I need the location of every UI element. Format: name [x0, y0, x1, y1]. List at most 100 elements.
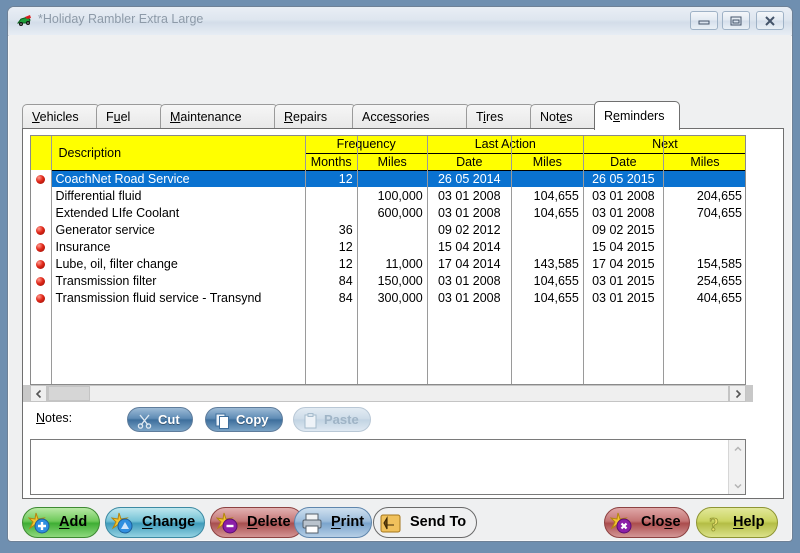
scrollbar-corner-right	[746, 385, 753, 402]
alert-dot-icon	[36, 259, 46, 269]
add-button[interactable]: Add	[22, 507, 100, 538]
cell-months	[305, 187, 358, 204]
notes-label: Notes:	[36, 411, 73, 425]
scroll-right-icon[interactable]	[729, 385, 746, 402]
change-button[interactable]: Change	[105, 507, 205, 538]
cell-next-miles: 254,655	[663, 272, 745, 289]
column-group-last-action[interactable]: Last Action	[427, 136, 584, 154]
cell-last-date: 03 01 2008	[427, 187, 512, 204]
cell-next-date: 03 01 2015	[583, 272, 664, 289]
add-button-label: Add	[59, 514, 88, 530]
close-button-label: Close	[641, 514, 681, 530]
table-row[interactable]: CoachNet Road Service 12 26 05 2014 26 05 2…	[31, 170, 745, 187]
printer-icon	[300, 512, 324, 535]
row-alert-marker	[31, 204, 52, 221]
notes-vertical-scrollbar[interactable]	[728, 440, 745, 494]
notes-field-container[interactable]	[30, 439, 746, 495]
column-header-last-date[interactable]: Date	[427, 153, 512, 171]
close-button[interactable]	[756, 11, 784, 30]
cell-next-date: 03 01 2015	[583, 289, 664, 306]
cell-months	[305, 204, 358, 221]
cell-description: Generator service	[51, 221, 306, 238]
help-button[interactable]: ? Help	[696, 507, 778, 538]
title-bar[interactable]: *Holiday Rambler Extra Large	[8, 7, 792, 36]
bottom-toolbar: Add Change Delete Print Send To Close ? Help	[9, 507, 791, 553]
column-header-months[interactable]: Months	[305, 153, 358, 171]
cell-next-miles	[663, 221, 745, 238]
tab-label: Notes	[540, 110, 573, 124]
star-plus-icon	[27, 512, 52, 535]
tab-fuel[interactable]: Fuel	[96, 104, 164, 129]
cell-months: 84	[305, 272, 358, 289]
column-header-frequency-miles[interactable]: Miles	[357, 153, 428, 171]
paste-button[interactable]: Paste	[293, 407, 371, 432]
scrollbar-track[interactable]	[47, 385, 729, 402]
cell-frequency-miles: 150,000	[357, 272, 428, 289]
tab-reminders[interactable]: Reminders	[594, 101, 680, 130]
scrollbar-thumb[interactable]	[48, 386, 90, 401]
tab-notes[interactable]: Notes	[530, 104, 598, 129]
question-mark-icon: ?	[702, 512, 726, 537]
maximize-button[interactable]	[722, 11, 750, 30]
print-button[interactable]: Print	[294, 507, 372, 538]
star-close-icon	[609, 512, 634, 535]
notes-input[interactable]	[31, 440, 728, 494]
tab-label: Vehicles	[32, 110, 79, 124]
tab-vehicles[interactable]: Vehicles	[22, 104, 100, 129]
copy-button[interactable]: Copy	[205, 407, 283, 432]
paste-button-label: Paste	[324, 412, 359, 427]
scroll-down-icon[interactable]	[729, 477, 746, 494]
alert-dot-icon	[36, 242, 46, 252]
table-header-group-row: Description Frequency Last Action Next	[31, 136, 745, 171]
cell-description: Insurance	[51, 238, 306, 255]
close-button[interactable]: Close	[604, 507, 690, 538]
cell-next-miles: 204,655	[663, 187, 745, 204]
column-header-marker[interactable]	[31, 136, 52, 170]
cell-next-date: 26 05 2015	[583, 170, 664, 187]
scroll-up-icon[interactable]	[729, 440, 746, 457]
reminders-grid[interactable]: Description Frequency Last Action Next M…	[30, 135, 746, 385]
table-row[interactable]: Lube, oil, filter change 12 11,000 17 04 20…	[31, 255, 745, 272]
table-row[interactable]: Generator service 36 09 02 2012 09 02 2015	[31, 221, 745, 238]
tab-maintenance[interactable]: Maintenance	[160, 104, 278, 129]
cell-frequency-miles	[357, 221, 428, 238]
cell-last-date: 17 04 2014	[427, 255, 512, 272]
send-arrow-icon	[379, 512, 403, 535]
cell-next-date: 15 04 2015	[583, 238, 664, 255]
delete-button-label: Delete	[247, 514, 291, 530]
cell-last-date: 03 01 2008	[427, 272, 512, 289]
table-row[interactable]: Transmission filter 84 150,000 03 01 2008 10…	[31, 272, 745, 289]
column-header-next-date[interactable]: Date	[583, 153, 664, 171]
delete-button[interactable]: Delete	[210, 507, 304, 538]
column-header-next-miles[interactable]: Miles	[663, 153, 745, 171]
cell-next-miles: 704,655	[663, 204, 745, 221]
cell-frequency-miles: 600,000	[357, 204, 428, 221]
tab-repairs[interactable]: Repairs	[274, 104, 356, 129]
table-row[interactable]: Insurance 12 15 04 2014 15 04 2015	[31, 238, 745, 255]
table-row[interactable]: Transmission fluid service - Transynd 84 3…	[31, 289, 745, 306]
column-header-last-miles[interactable]: Miles	[511, 153, 584, 171]
tab-label: Reminders	[604, 109, 665, 123]
table-row[interactable]: Differential fluid 100,000 03 01 2008 104,6…	[31, 187, 745, 204]
cut-button[interactable]: Cut	[127, 407, 193, 432]
star-edit-icon	[110, 512, 135, 535]
grid-horizontal-scrollbar[interactable]	[23, 385, 753, 402]
cell-description: CoachNet Road Service	[51, 170, 306, 187]
tab-tires[interactable]: Tires	[466, 104, 534, 129]
scissors-icon	[136, 412, 153, 429]
tab-accessories[interactable]: Accessories	[352, 104, 470, 129]
cell-next-date: 17 04 2015	[583, 255, 664, 272]
table-row[interactable]: Extended LIfe Coolant 600,000 03 01 2008 10…	[31, 204, 745, 221]
cell-next-miles: 154,585	[663, 255, 745, 272]
row-alert-marker	[31, 221, 52, 238]
cell-last-miles	[511, 170, 584, 187]
scroll-left-icon[interactable]	[30, 385, 47, 402]
minimize-button[interactable]	[690, 11, 718, 30]
row-alert-marker	[31, 289, 52, 306]
svg-text:?: ?	[709, 514, 719, 535]
column-group-next[interactable]: Next	[583, 136, 745, 154]
column-group-frequency[interactable]: Frequency	[305, 136, 428, 154]
column-header-description[interactable]: Description	[51, 136, 306, 171]
alert-dot-icon	[36, 293, 46, 303]
sendto-button[interactable]: Send To	[373, 507, 477, 538]
